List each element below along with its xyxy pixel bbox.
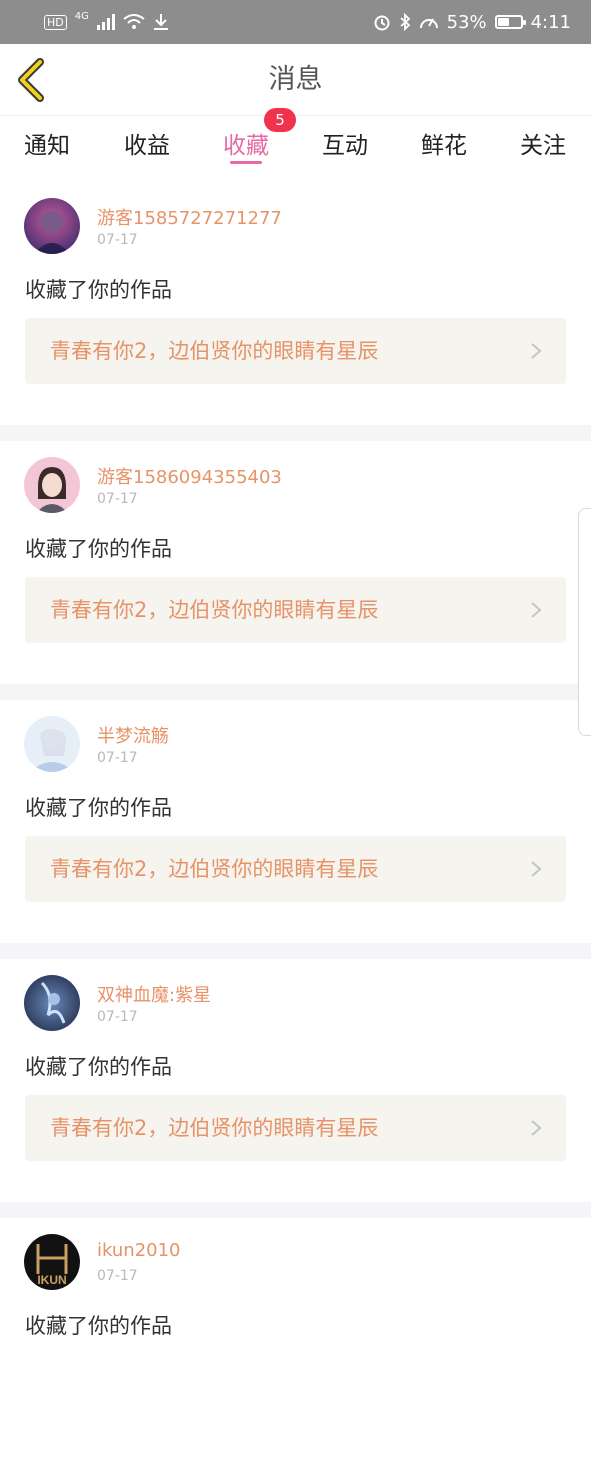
active-tab-indicator (230, 161, 262, 164)
work-title: 青春有你2，边伯贤你的眼睛有星辰 (50, 598, 379, 622)
username[interactable]: ikun2010 (97, 1240, 181, 1261)
status-bar-right: 53% 4:11 (373, 12, 571, 33)
clock: 4:11 (530, 11, 571, 33)
tab-label: 收益 (124, 133, 170, 159)
tab-label: 收藏 (223, 133, 269, 159)
battery-icon (494, 15, 526, 29)
separator (0, 684, 591, 700)
tab-label: 互动 (322, 133, 368, 159)
chevron-right-icon (531, 602, 542, 618)
tab-follows[interactable]: 关注 (503, 126, 583, 170)
avatar-logo-text: IKUN (37, 1273, 66, 1287)
list-item: 半梦流觞 07-17 收藏了你的作品 青春有你2，边伯贤你的眼睛有星辰 (0, 700, 591, 943)
list-item: IKUN ikun2010 07-17 收藏了你的作品 (0, 1218, 591, 1461)
action-text: 收藏了你的作品 (25, 1314, 172, 1338)
username[interactable]: 游客1586094355403 (97, 463, 282, 489)
separator (0, 943, 591, 959)
tab-earnings[interactable]: 收益 (107, 126, 187, 170)
work-title: 青春有你2，边伯贤你的眼睛有星辰 (50, 1116, 379, 1140)
date: 07-17 (97, 232, 138, 248)
side-drawer-handle[interactable] (578, 508, 591, 736)
work-link[interactable]: 青春有你2，边伯贤你的眼睛有星辰 (25, 1095, 566, 1161)
work-link[interactable]: 青春有你2，边伯贤你的眼睛有星辰 (25, 836, 566, 902)
unread-badge: 5 (264, 108, 296, 132)
date: 07-17 (97, 1268, 138, 1284)
username[interactable]: 半梦流觞 (97, 722, 169, 748)
download-icon (153, 14, 168, 30)
alarm-icon (374, 15, 390, 31)
date: 07-17 (97, 491, 138, 507)
speed-icon (419, 18, 438, 29)
list-item: 双神血魔:紫星 07-17 收藏了你的作品 青春有你2，边伯贤你的眼睛有星辰 (0, 959, 591, 1202)
tab-notifications[interactable]: 通知 (7, 126, 87, 170)
username[interactable]: 游客1585727271277 (97, 204, 282, 230)
username[interactable]: 双神血魔:紫星 (97, 981, 211, 1007)
battery-percent: 53% (446, 11, 487, 33)
list-item: 游客1585727271277 07-17 收藏了你的作品 青春有你2，边伯贤你… (0, 182, 591, 425)
action-text: 收藏了你的作品 (25, 278, 172, 302)
date: 07-17 (97, 750, 138, 766)
chevron-right-icon (531, 343, 542, 359)
chevron-right-icon (531, 861, 542, 877)
tab-label: 关注 (520, 133, 566, 159)
message-list: 游客1585727271277 07-17 收藏了你的作品 青春有你2，边伯贤你… (0, 182, 591, 1461)
app-header: 消息 (0, 44, 591, 116)
avatar[interactable] (24, 716, 80, 772)
network-type: 4G (74, 10, 89, 22)
tab-interactions[interactable]: 互动 (305, 126, 385, 170)
avatar[interactable]: IKUN (24, 1234, 80, 1290)
avatar[interactable] (24, 457, 80, 513)
tab-favorites[interactable]: 收藏 (206, 126, 286, 170)
work-title: 青春有你2，边伯贤你的眼睛有星辰 (50, 857, 379, 881)
hd-indicator: HD (44, 14, 67, 30)
action-text: 收藏了你的作品 (25, 796, 172, 820)
signal-icon (96, 14, 115, 30)
chevron-right-icon (531, 1120, 542, 1136)
action-text: 收藏了你的作品 (25, 537, 172, 561)
wifi-icon (123, 14, 145, 29)
bluetooth-icon (399, 13, 410, 31)
tab-label: 鲜花 (421, 133, 467, 159)
tab-bar: 通知 收益 收藏 互动 鲜花 关注 (0, 116, 591, 172)
work-link[interactable]: 青春有你2，边伯贤你的眼睛有星辰 (25, 577, 566, 643)
separator (0, 1202, 591, 1218)
status-bar: HD 4G 53% 4:11 (0, 0, 591, 44)
separator (0, 425, 591, 441)
page-title: 消息 (268, 64, 323, 95)
work-link[interactable]: 青春有你2，边伯贤你的眼睛有星辰 (25, 318, 566, 384)
tab-label: 通知 (24, 133, 70, 159)
list-item: 游客1586094355403 07-17 收藏了你的作品 青春有你2，边伯贤你… (0, 441, 591, 684)
action-text: 收藏了你的作品 (25, 1055, 172, 1079)
work-title: 青春有你2，边伯贤你的眼睛有星辰 (50, 339, 379, 363)
battery-fill (497, 18, 510, 26)
avatar[interactable] (24, 198, 80, 254)
tab-flowers[interactable]: 鲜花 (404, 126, 484, 170)
avatar[interactable] (24, 975, 80, 1031)
date: 07-17 (97, 1009, 138, 1025)
status-bar-left: HD 4G (44, 10, 169, 31)
